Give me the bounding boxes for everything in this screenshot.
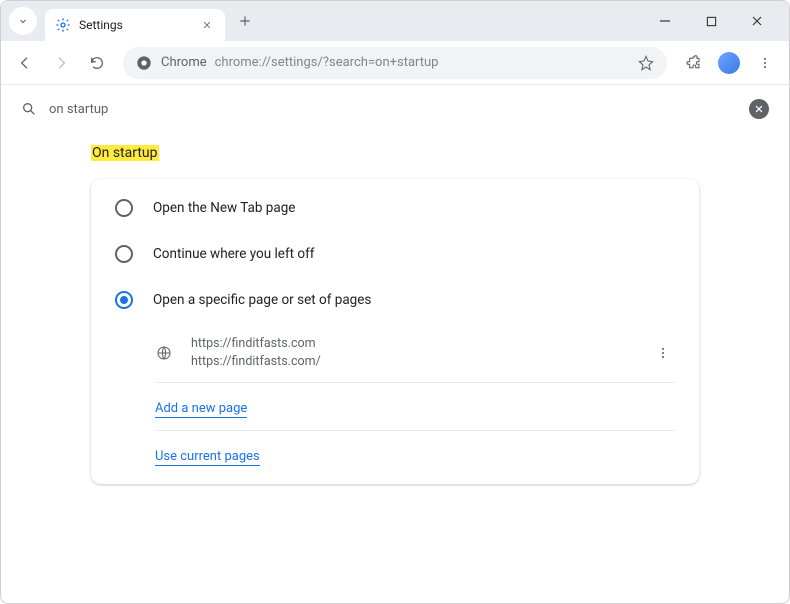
chrome-logo-icon	[135, 54, 153, 72]
startup-pages-block: https://finditfasts.com https://finditfa…	[155, 323, 675, 478]
use-current-link: Use current pages	[155, 449, 260, 466]
search-icon	[21, 101, 37, 117]
section-title: On startup	[91, 145, 699, 161]
menu-button[interactable]	[749, 47, 781, 79]
option-continue[interactable]: Continue where you left off	[91, 231, 699, 277]
startup-page-row: https://finditfasts.com https://finditfa…	[155, 323, 675, 382]
reload-icon	[89, 55, 105, 71]
add-page-row[interactable]: Add a new page	[155, 383, 675, 430]
close-icon	[202, 20, 212, 30]
star-icon	[638, 55, 654, 71]
page-url: https://finditfasts.com/	[191, 353, 633, 371]
titlebar: Settings	[1, 1, 789, 41]
option-label: Open the New Tab page	[153, 200, 295, 216]
maximize-button[interactable]	[697, 7, 725, 35]
dots-vertical-icon	[656, 346, 670, 360]
tab-search-button[interactable]	[9, 7, 37, 35]
omnibox-label: Chrome	[161, 55, 207, 70]
avatar-icon	[718, 52, 740, 74]
startup-card: Open the New Tab page Continue where you…	[91, 179, 699, 484]
omnibox-url: chrome://settings/?search=on+startup	[215, 55, 439, 70]
search-query-text: on startup	[49, 102, 108, 117]
close-icon	[754, 104, 764, 114]
radio-icon	[115, 199, 133, 217]
extensions-button[interactable]	[677, 47, 709, 79]
arrow-right-icon	[53, 55, 69, 71]
profile-button[interactable]	[713, 47, 745, 79]
settings-search-row: on startup	[1, 85, 789, 133]
tab-title: Settings	[79, 18, 191, 32]
close-icon	[751, 15, 763, 27]
settings-gear-icon	[55, 17, 71, 33]
puzzle-icon	[685, 55, 701, 71]
arrow-left-icon	[17, 55, 33, 71]
browser-window: Settings Chrome chrome://settings/?searc…	[0, 0, 790, 604]
option-label: Open a specific page or set of pages	[153, 292, 371, 308]
use-current-row[interactable]: Use current pages	[155, 431, 675, 478]
omnibox[interactable]: Chrome chrome://settings/?search=on+star…	[123, 47, 667, 79]
window-controls	[651, 7, 781, 35]
page-title: https://finditfasts.com	[191, 335, 633, 353]
minimize-icon	[659, 15, 671, 27]
browser-tab[interactable]: Settings	[45, 9, 225, 41]
tab-close-button[interactable]	[199, 17, 215, 33]
add-page-link: Add a new page	[155, 401, 247, 418]
new-tab-button[interactable]	[231, 7, 259, 35]
bookmark-button[interactable]	[637, 54, 655, 72]
option-new-tab[interactable]: Open the New Tab page	[91, 185, 699, 231]
clear-search-button[interactable]	[749, 99, 769, 119]
maximize-icon	[706, 16, 717, 27]
forward-button[interactable]	[45, 47, 77, 79]
settings-search-field[interactable]: on startup	[21, 101, 108, 117]
toolbar: Chrome chrome://settings/?search=on+star…	[1, 41, 789, 85]
radio-selected-icon	[115, 291, 133, 309]
page-info: https://finditfasts.com https://finditfa…	[191, 335, 633, 370]
page-more-button[interactable]	[651, 341, 675, 365]
option-label: Continue where you left off	[153, 246, 315, 262]
radio-icon	[115, 245, 133, 263]
back-button[interactable]	[9, 47, 41, 79]
globe-icon	[155, 344, 173, 362]
option-specific-pages[interactable]: Open a specific page or set of pages	[91, 277, 699, 323]
close-window-button[interactable]	[743, 7, 771, 35]
settings-content: On startup Open the New Tab page Continu…	[1, 133, 789, 603]
reload-button[interactable]	[81, 47, 113, 79]
chevron-down-icon	[17, 15, 29, 27]
dots-vertical-icon	[758, 56, 772, 70]
minimize-button[interactable]	[651, 7, 679, 35]
plus-icon	[238, 14, 252, 28]
